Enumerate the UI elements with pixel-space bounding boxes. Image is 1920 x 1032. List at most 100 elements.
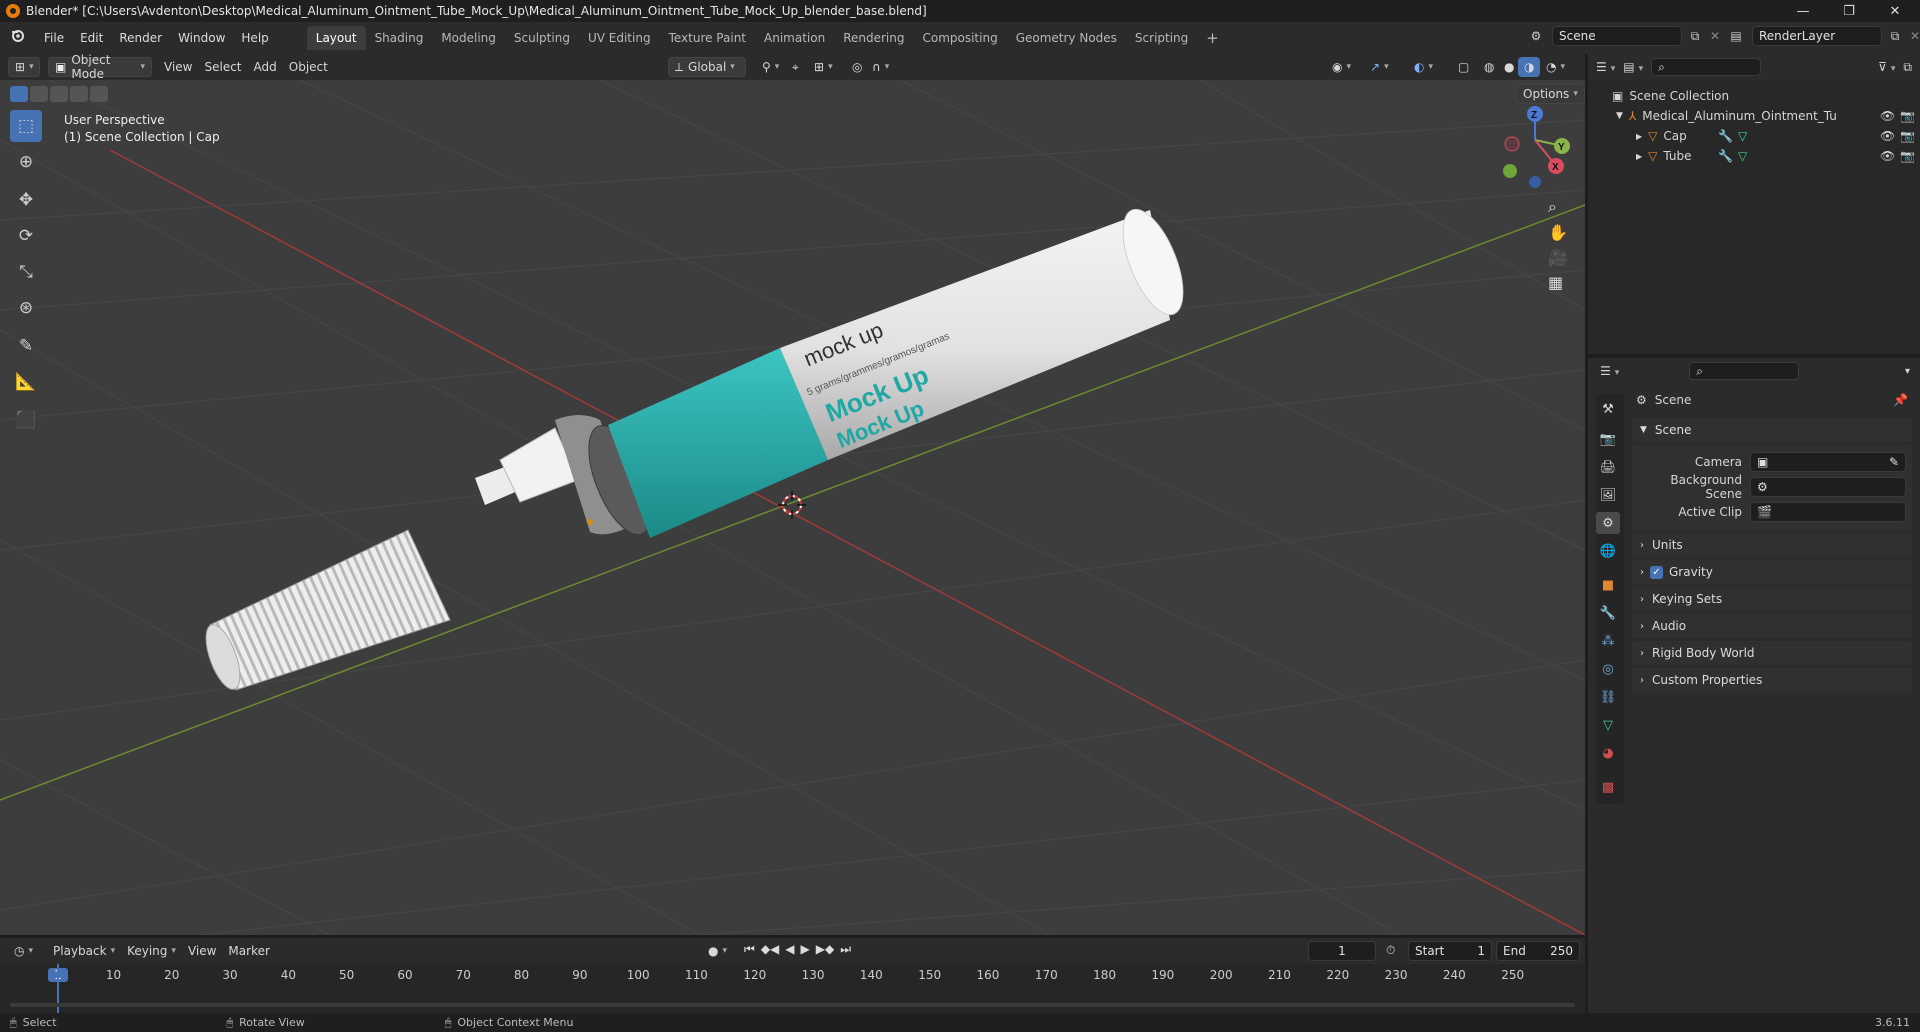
cursor-tool-icon[interactable]: ⊕ — [10, 146, 42, 178]
orientation-dropdown[interactable]: ⟂ Global ▾ — [668, 57, 746, 77]
select-subtract-icon[interactable] — [50, 86, 68, 102]
menu-keying[interactable]: Keying ▾ — [121, 941, 182, 961]
visibility-eye-icon[interactable]: 👁 — [1880, 149, 1895, 163]
add-cube-tool-icon[interactable]: ⬛ — [10, 404, 42, 436]
outliner-row-scene-collection[interactable]: ▣ Scene Collection — [1588, 86, 1920, 106]
filter-icon[interactable]: ⊽ ▾ — [1878, 60, 1895, 74]
jump-start-icon[interactable]: ⏮ — [744, 942, 755, 957]
jump-end-icon[interactable]: ⏭ — [840, 942, 851, 957]
select-invert-icon[interactable] — [70, 86, 88, 102]
visibility-eye-icon[interactable]: 👁 — [1880, 109, 1895, 123]
tab-layout[interactable]: Layout — [306, 26, 366, 50]
gizmo-toggle-icon[interactable]: ↗ ▾ — [1364, 57, 1395, 77]
data-tab-icon[interactable]: ▽ — [1596, 714, 1620, 736]
physics-tab-icon[interactable]: ◎ — [1596, 658, 1620, 680]
texture-tab-icon[interactable]: ▩ — [1596, 776, 1620, 798]
menu-render[interactable]: Render — [111, 27, 170, 49]
move-tool-icon[interactable]: ✥ — [10, 184, 42, 216]
prev-keyframe-icon[interactable]: ◆◀ — [761, 942, 779, 957]
tab-rendering[interactable]: Rendering — [834, 26, 913, 50]
mesh-data-icon[interactable]: ▽ — [1738, 149, 1747, 163]
grid-view-icon[interactable]: ▦ — [1548, 273, 1568, 292]
start-frame-field[interactable]: Start 1 — [1408, 941, 1492, 961]
audio-panel-header[interactable]: › Audio — [1632, 614, 1912, 638]
eyedropper-icon[interactable]: ✎ — [1889, 455, 1899, 469]
collapse-arrow-icon[interactable]: ▶ — [1636, 152, 1642, 161]
preview-range-icon[interactable]: ⏱ — [1386, 943, 1395, 958]
close-button[interactable]: ✕ — [1872, 0, 1918, 22]
snap-icon[interactable]: ⌖ — [786, 57, 805, 77]
3d-viewport[interactable]: mock up 5 grams/grammes/gramos/gramas Mo… — [0, 80, 1585, 935]
outliner-search-input[interactable]: ⌕ — [1651, 58, 1762, 76]
editor-type-icon[interactable]: ⊞ ▾ — [8, 57, 40, 77]
options-dropdown[interactable]: Options ▾ — [1516, 84, 1585, 104]
tab-texture-paint[interactable]: Texture Paint — [660, 26, 755, 50]
select-intersect-icon[interactable] — [90, 86, 108, 102]
maximize-button[interactable]: ❐ — [1826, 0, 1872, 22]
menu-edit[interactable]: Edit — [72, 27, 111, 49]
render-camera-icon[interactable]: 📷 — [1900, 109, 1915, 123]
object-tab-icon[interactable]: ■ — [1596, 574, 1620, 596]
pivot-icon[interactable]: ⚲ ▾ — [756, 57, 785, 77]
expand-arrow-icon[interactable]: ▼ — [1616, 111, 1623, 121]
menu-object[interactable]: Object — [283, 57, 334, 77]
outliner-row-cap[interactable]: ▶ ▽ Cap 🔧 ▽ 👁 📷 — [1588, 126, 1920, 146]
menu-add[interactable]: Add — [248, 57, 283, 77]
scene-selector[interactable]: Scene — [1552, 26, 1682, 46]
zoom-icon[interactable]: ⌕ — [1548, 197, 1568, 217]
outliner-editor-icon[interactable]: ☰ ▾ — [1596, 60, 1615, 74]
output-tab-icon[interactable]: 🖨 — [1596, 456, 1620, 478]
new-collection-icon[interactable]: ⧉ — [1903, 60, 1912, 75]
render-tab-icon[interactable]: 📷 — [1596, 428, 1620, 450]
select-extend-icon[interactable] — [30, 86, 48, 102]
minimize-button[interactable]: — — [1780, 0, 1826, 22]
timeline-editor-icon[interactable]: ◷ ▾ — [8, 941, 39, 961]
display-mode-icon[interactable]: ▤ ▾ — [1623, 60, 1643, 74]
tube-object[interactable] — [475, 201, 1195, 542]
tab-sculpting[interactable]: Sculpting — [505, 26, 579, 50]
gravity-panel-header[interactable]: › ✓ Gravity — [1632, 560, 1912, 584]
timeline-scrollbar[interactable] — [10, 1003, 1575, 1007]
view-layer-selector[interactable]: RenderLayer — [1752, 26, 1882, 46]
view-layer-tab-icon[interactable]: 🖼 — [1596, 484, 1620, 506]
timeline-area[interactable]: 1102030405060708090100110120130140150160… — [0, 964, 1585, 1014]
auto-keying-icon[interactable]: ● ▾ — [702, 941, 733, 961]
mode-dropdown[interactable]: ▣ Object Mode ▾ — [48, 53, 152, 81]
pin-icon[interactable]: 📌 — [1893, 393, 1908, 407]
select-new-icon[interactable] — [10, 86, 28, 102]
tool-tab-icon[interactable]: ⚒ — [1596, 398, 1620, 420]
falloff-icon[interactable]: ∩ ▾ — [866, 57, 895, 77]
tab-geometry-nodes[interactable]: Geometry Nodes — [1007, 26, 1126, 50]
tab-shading[interactable]: Shading — [366, 26, 433, 50]
collapse-arrow-icon[interactable]: ▶ — [1636, 132, 1642, 141]
active-clip-field[interactable]: 🎬 — [1750, 501, 1906, 522]
properties-options-icon[interactable]: ▾ — [1905, 366, 1910, 377]
modifier-wrench-icon[interactable]: 🔧 — [1718, 149, 1733, 163]
constraints-tab-icon[interactable]: ⛓ — [1596, 686, 1620, 708]
blender-menu-icon[interactable] — [0, 27, 36, 49]
tab-uv-editing[interactable]: UV Editing — [579, 26, 660, 50]
rigid-body-world-panel-header[interactable]: › Rigid Body World — [1632, 641, 1912, 665]
background-scene-field[interactable]: ⚙ — [1750, 476, 1906, 497]
gravity-checkbox[interactable]: ✓ — [1650, 565, 1663, 579]
play-icon[interactable]: ▶ — [801, 942, 810, 957]
menu-playback[interactable]: Playback ▾ — [47, 941, 121, 961]
material-tab-icon[interactable]: ◕ — [1596, 742, 1620, 764]
menu-file[interactable]: File — [36, 27, 72, 49]
end-frame-field[interactable]: End 250 — [1496, 941, 1580, 961]
camera-field[interactable]: ▣ ✎ — [1750, 451, 1906, 472]
scene-icon[interactable]: ⚙ — [1524, 29, 1548, 43]
tab-animation[interactable]: Animation — [755, 26, 834, 50]
keying-sets-panel-header[interactable]: › Keying Sets — [1632, 587, 1912, 611]
world-tab-icon[interactable]: 🌐 — [1596, 540, 1620, 562]
transform-tool-icon[interactable]: ⊛ — [10, 292, 42, 324]
scale-tool-icon[interactable]: ⤡ — [10, 256, 42, 288]
delete-scene-icon[interactable]: ✕ — [1708, 29, 1722, 43]
material-shading-icon[interactable]: ◑ — [1518, 57, 1541, 77]
modifier-wrench-icon[interactable]: 🔧 — [1718, 129, 1733, 143]
frame-ruler[interactable]: 1102030405060708090100110120130140150160… — [0, 964, 1585, 986]
rotate-tool-icon[interactable]: ⟳ — [10, 220, 42, 252]
properties-editor-icon[interactable]: ☰ ▾ — [1600, 364, 1619, 378]
properties-search-input[interactable]: ⌕ — [1689, 362, 1800, 380]
mesh-data-icon[interactable]: ▽ — [1738, 129, 1747, 143]
